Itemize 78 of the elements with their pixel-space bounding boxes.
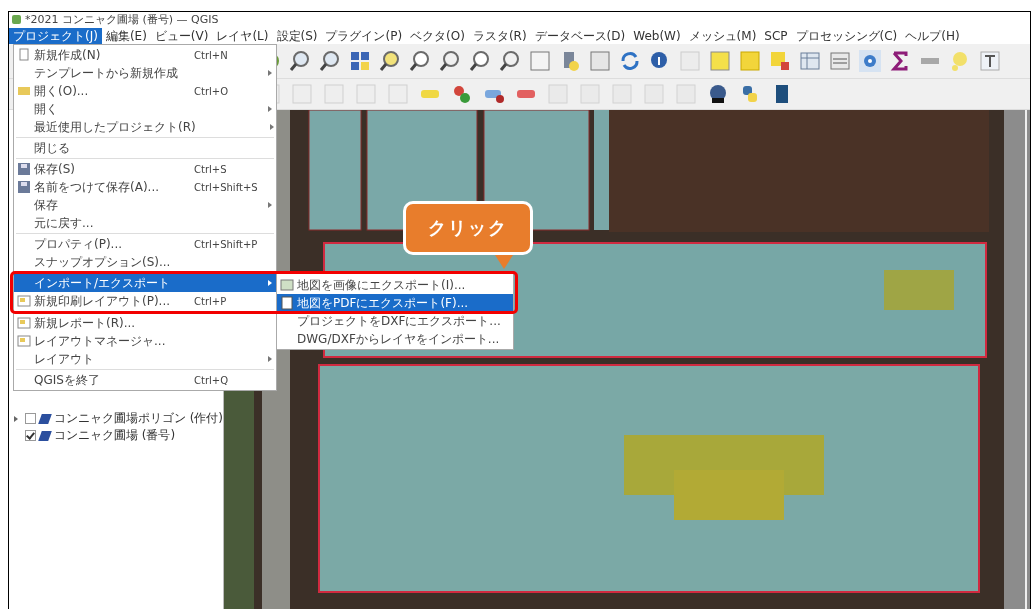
layer-name: コンニャク圃場ポリゴン (作付)	[53, 410, 223, 427]
globe-icon[interactable]	[707, 83, 729, 105]
menubar-item[interactable]: データベース(D)	[530, 27, 630, 44]
menubar-item[interactable]: プラグイン(P)	[321, 27, 407, 44]
document-icon	[280, 296, 294, 310]
layer-checkbox[interactable]	[25, 430, 36, 441]
menu-item[interactable]: 開く(O)... Ctrl+O	[14, 82, 276, 100]
submenu-item[interactable]: 地図を画像にエクスポート(I)...	[277, 276, 513, 294]
menu-item[interactable]: 新規レポート(R)...	[14, 314, 276, 332]
select-features-icon[interactable]	[709, 50, 731, 72]
menubar-item[interactable]: ヘルプ(H)	[901, 27, 964, 44]
menubar-item[interactable]: Web(W)	[629, 27, 685, 44]
folder-icon	[17, 84, 31, 98]
layout-icon	[17, 334, 31, 348]
menu-item[interactable]: 新規作成(N) Ctrl+N	[14, 46, 276, 64]
menu-item[interactable]: レイアウト	[14, 350, 276, 368]
menubar-item[interactable]: 設定(S)	[272, 27, 322, 44]
menubar-item[interactable]: SCP	[760, 27, 792, 44]
shortcut-text: Ctrl+N	[194, 49, 228, 61]
menubar-item[interactable]: 編集(E)	[101, 27, 151, 44]
crop-patch	[884, 270, 954, 310]
menu-item[interactable]: インポート/エクスポート	[14, 274, 276, 292]
menu-item[interactable]: 新規印刷レイアウト(P)... Ctrl+P	[14, 292, 276, 310]
submenu-item[interactable]: 地図をPDFにエクスポート(F)...	[277, 294, 513, 312]
zoom-next-icon[interactable]	[499, 50, 521, 72]
sigma-icon[interactable]	[889, 50, 911, 72]
page-icon	[17, 48, 31, 62]
zoom-selection-icon[interactable]	[409, 50, 431, 72]
submenu-item[interactable]: プロジェクトをDXFにエクスポート...	[277, 312, 513, 330]
zoom-out-icon[interactable]	[319, 50, 341, 72]
menu-item[interactable]: 最近使用したプロジェクト(R)	[14, 118, 276, 136]
menubar-item[interactable]: メッシュ(M)	[684, 27, 761, 44]
menu-item[interactable]: 名前をつけて保存(A)... Ctrl+Shift+S	[14, 178, 276, 196]
shortcut-text: Ctrl+Shift+S	[194, 181, 258, 193]
layer-checkbox[interactable]	[24, 413, 36, 424]
layer-name: コンニャク圃場 (番号)	[54, 427, 176, 444]
submenu-item[interactable]: DWG/DXFからレイヤをインポート...	[277, 330, 513, 348]
gear-icon[interactable]	[859, 50, 881, 72]
shortcut-text: Ctrl+P	[194, 295, 227, 307]
menubar-item[interactable]: プロジェクト(J)	[9, 27, 102, 44]
menu-item[interactable]: レイアウトマネージャ...	[14, 332, 276, 350]
shortcut-text: Ctrl+Q	[194, 374, 229, 386]
polygon-layer-icon	[38, 430, 52, 441]
shortcut-text: Ctrl+Shift+P	[194, 238, 258, 250]
menu-item[interactable]: テンプレートから新規作成	[14, 64, 276, 82]
shortcut-text: Ctrl+O	[194, 85, 229, 97]
click-tooltip: クリック	[403, 201, 533, 269]
window-title: *2021 コンニャク圃場 (番号) — QGIS	[25, 12, 219, 27]
layout-icon	[17, 316, 31, 330]
menubar-item[interactable]: ベクタ(O)	[406, 27, 469, 44]
deselect-icon[interactable]	[769, 50, 791, 72]
shortcut-text: Ctrl+S	[194, 163, 227, 175]
menubar-item[interactable]: プロセッシング(C)	[791, 27, 902, 44]
menu-item[interactable]: 保存(S) Ctrl+S	[14, 160, 276, 178]
layout-icon	[17, 294, 31, 308]
menu-item[interactable]: 開く	[14, 100, 276, 118]
text-icon[interactable]	[979, 50, 1001, 72]
zoom-layer-icon[interactable]	[379, 50, 401, 72]
menubar-item[interactable]: ラスタ(R)	[468, 27, 531, 44]
menu-item[interactable]: 元に戻す...	[14, 214, 276, 232]
refresh-icon[interactable]	[619, 50, 641, 72]
menu-item[interactable]: QGISを終了 Ctrl+Q	[14, 371, 276, 389]
attribute-table-icon[interactable]	[799, 50, 821, 72]
image-icon	[280, 278, 294, 292]
menubar-item[interactable]: ビュー(V)	[150, 27, 213, 44]
menu-item[interactable]: 閉じる	[14, 139, 276, 157]
zoom-last-icon[interactable]	[439, 50, 461, 72]
menu-item[interactable]: スナップオプション(S)...	[14, 253, 276, 271]
statistics-icon[interactable]	[829, 50, 851, 72]
app-icon	[12, 15, 21, 24]
zoom-in-icon[interactable]	[289, 50, 311, 72]
menu-item[interactable]: プロパティ(P)... Ctrl+Shift+P	[14, 235, 276, 253]
zoom-full-icon[interactable]	[349, 50, 371, 72]
zoom-native-icon[interactable]	[469, 50, 491, 72]
menu-item[interactable]: 保存	[14, 196, 276, 214]
polygon-layer-icon	[38, 413, 52, 424]
menubar-item[interactable]: レイヤ(L)	[212, 27, 273, 44]
expand-arrow-icon[interactable]	[13, 415, 18, 422]
